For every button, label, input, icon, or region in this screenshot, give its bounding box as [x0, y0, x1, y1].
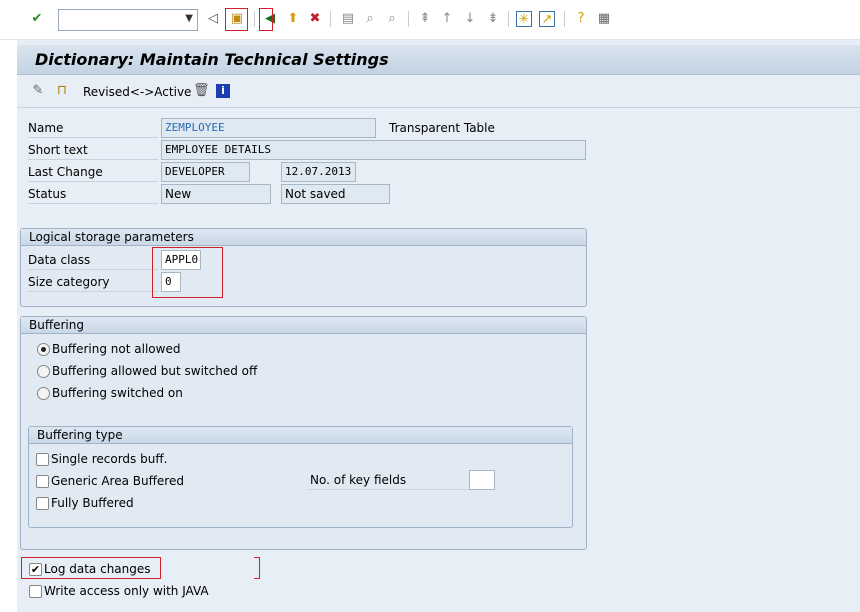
- option-label: Write access only with JAVA: [44, 584, 209, 598]
- cancel-icon[interactable]: ✖: [307, 11, 323, 27]
- shortcut-icon[interactable]: ↗: [539, 11, 555, 27]
- highlight-box: [152, 247, 223, 298]
- previous-page-icon[interactable]: ↑: [439, 11, 455, 27]
- size-category-label: Size category: [28, 272, 158, 292]
- radio-selected[interactable]: [37, 342, 50, 356]
- print-icon[interactable]: ▤: [340, 11, 356, 27]
- radio[interactable]: [37, 364, 50, 378]
- option-label: Buffering switched on: [52, 386, 183, 400]
- title-bar: Dictionary: Maintain Technical Settings: [17, 45, 860, 75]
- short-text-field: EMPLOYEE DETAILS: [161, 140, 586, 160]
- checkbox[interactable]: [36, 452, 49, 466]
- radio-buffering-not-allowed[interactable]: Buffering not allowed: [37, 341, 180, 357]
- info-icon[interactable]: i: [216, 84, 230, 98]
- next-page-icon[interactable]: ↓: [462, 11, 478, 27]
- group-title: Buffering type: [29, 427, 572, 444]
- find-next-icon[interactable]: ⌕: [384, 11, 400, 27]
- status-label: Status: [28, 184, 158, 204]
- checkbox-fully-buffered[interactable]: Fully Buffered: [36, 495, 134, 511]
- last-page-icon[interactable]: ⇟: [485, 11, 501, 27]
- checkbox-generic-area[interactable]: Generic Area Buffered: [36, 473, 184, 489]
- customize-layout-icon[interactable]: ▦: [596, 11, 612, 27]
- radio-buffering-on[interactable]: Buffering switched on: [37, 385, 183, 401]
- checkbox[interactable]: [29, 584, 42, 598]
- checkbox[interactable]: [36, 496, 49, 510]
- application-toolbar: ✎ ⊓ Revised<->Active 🗑 i: [17, 76, 860, 108]
- last-change-date: 12.07.2013: [281, 162, 356, 182]
- checkbox-single-records[interactable]: Single records buff.: [36, 451, 167, 467]
- checkbox-write-access-java[interactable]: Write access only with JAVA: [29, 583, 209, 599]
- collapse-triangle-icon[interactable]: ◁: [205, 11, 221, 27]
- highlight-box: [259, 8, 273, 31]
- highlight-box: [225, 8, 248, 31]
- option-label: Fully Buffered: [51, 496, 134, 510]
- data-class-label: Data class: [28, 250, 158, 270]
- checkbox[interactable]: [36, 474, 49, 488]
- find-icon[interactable]: ⌕: [362, 11, 378, 27]
- page-title: Dictionary: Maintain Technical Settings: [35, 50, 389, 69]
- exit-icon[interactable]: ⬆: [285, 11, 301, 27]
- group-title: Buffering: [21, 317, 586, 334]
- command-field[interactable]: ▼: [58, 9, 198, 31]
- new-session-icon[interactable]: ✳: [516, 11, 532, 27]
- last-change-label: Last Change: [28, 162, 158, 182]
- system-toolbar: ✔ ▼ ◁ ▣ ◀ ⬆ ✖ ▤ ⌕ ⌕ ⇞ ↑ ↓ ⇟ ✳ ↗ ? ▦: [0, 0, 860, 40]
- option-label: Buffering allowed but switched off: [52, 364, 258, 378]
- radio[interactable]: [37, 386, 50, 400]
- last-change-user: DEVELOPER: [161, 162, 250, 182]
- name-field: ZEMPLOYEE: [161, 118, 376, 138]
- status-field: New: [161, 184, 271, 204]
- short-text-label: Short text: [28, 140, 158, 160]
- chevron-down-icon[interactable]: ▼: [185, 13, 193, 24]
- hierarchy-icon[interactable]: ⊓: [54, 83, 70, 99]
- highlight-box: [21, 557, 161, 579]
- option-label: Single records buff.: [51, 452, 168, 466]
- delete-icon[interactable]: 🗑: [193, 83, 210, 99]
- selection-bracket: [254, 557, 260, 579]
- first-page-icon[interactable]: ⇞: [417, 11, 433, 27]
- table-type: Transparent Table: [389, 121, 495, 135]
- radio-buffering-allowed-off[interactable]: Buffering allowed but switched off: [37, 363, 257, 379]
- display-change-icon[interactable]: ✎: [30, 83, 46, 99]
- enter-check-icon[interactable]: ✔: [29, 11, 45, 27]
- key-fields-input[interactable]: [469, 470, 495, 490]
- revised-active-button[interactable]: Revised<->Active: [83, 85, 191, 99]
- group-title: Logical storage parameters: [21, 229, 586, 246]
- help-icon[interactable]: ?: [573, 11, 589, 27]
- option-label: Buffering not allowed: [52, 342, 181, 356]
- key-fields-label: No. of key fields: [308, 470, 470, 490]
- name-label: Name: [28, 118, 158, 138]
- save-status-field: Not saved: [281, 184, 390, 204]
- option-label: Generic Area Buffered: [51, 474, 184, 488]
